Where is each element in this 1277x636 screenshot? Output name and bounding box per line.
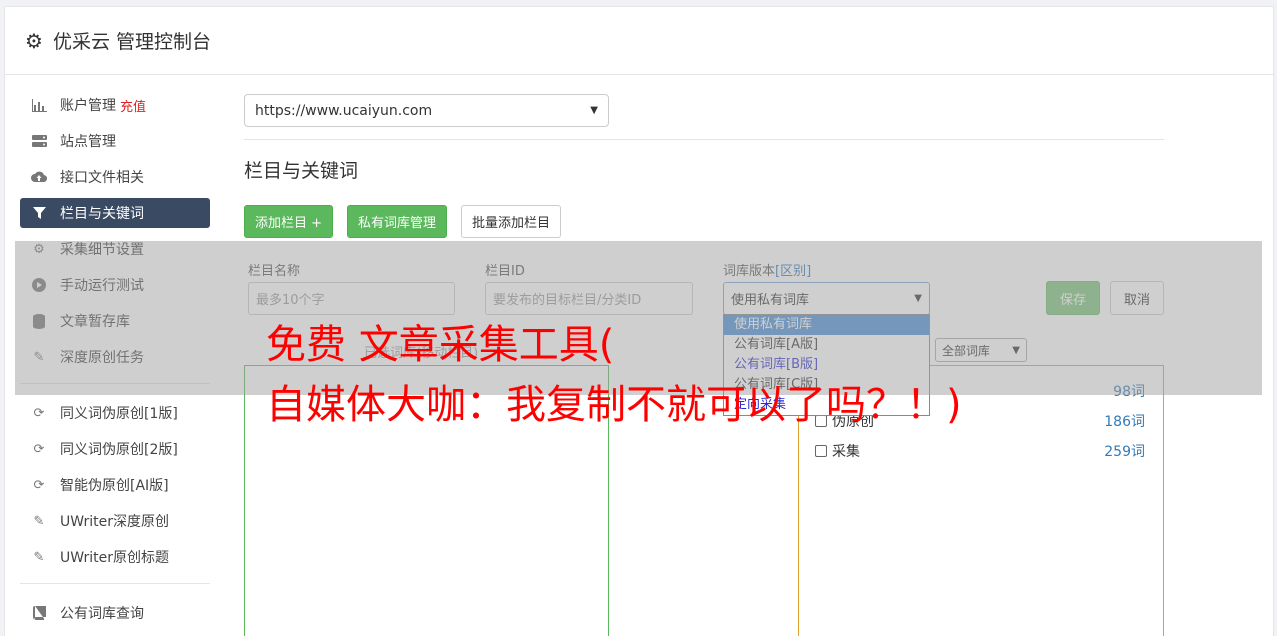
sidebar-item-ai-original[interactable]: ⟳ 智能伪原创[AI版] [20, 470, 210, 500]
filter-icon [31, 205, 47, 221]
sidebar-item-label: 同义词伪原创[2版] [60, 442, 178, 458]
recharge-link[interactable]: 充值 [120, 96, 146, 115]
sidebar-item-public-lib[interactable]: 公有词库查询 [20, 598, 210, 628]
main-content: https://www.ucaiyun.com ▼ 栏目与关键词 添加栏目 + … [244, 94, 1164, 636]
sidebar-item-uwriter-title[interactable]: ✎ UWriter原创标题 [20, 542, 210, 572]
refresh-icon: ⟳ [33, 441, 45, 457]
banner-text-line2: 自媒体大咖：我复制不就可以了吗？！) [266, 382, 962, 428]
sidebar-item-interface[interactable]: 接口文件相关 [20, 162, 210, 192]
sidebar-item-label: 公有词库查询 [60, 606, 144, 622]
sidebar-item-label: 接口文件相关 [60, 170, 144, 186]
keyword-name: 采集 [832, 444, 860, 460]
checkbox[interactable] [815, 445, 827, 457]
keyword-count: 259词 [1104, 444, 1145, 460]
banner-text-line1: 免费 文章采集工具( [266, 322, 615, 368]
edit-icon: ✎ [33, 513, 45, 529]
list-item[interactable]: 采集 259词 [815, 436, 1145, 466]
section-title: 栏目与关键词 [244, 160, 359, 182]
sidebar-item-label: 栏目与关键词 [60, 206, 144, 222]
add-column-button[interactable]: 添加栏目 + [244, 205, 334, 238]
batch-add-button[interactable]: 批量添加栏目 [461, 205, 562, 238]
sidebar-item-sites[interactable]: 站点管理 [20, 126, 210, 156]
site-select[interactable]: https://www.ucaiyun.com ▼ [244, 94, 609, 127]
banner-overlay [15, 241, 1262, 395]
action-buttons: 添加栏目 + 私有词库管理 批量添加栏目 [244, 205, 1164, 238]
server-icon [31, 133, 47, 149]
private-lib-button[interactable]: 私有词库管理 [347, 205, 448, 238]
sidebar-item-label: UWriter深度原创 [60, 514, 169, 530]
header: ⚙ 优采云 管理控制台 [5, 7, 1273, 75]
sidebar-item-columns[interactable]: 栏目与关键词 [20, 198, 210, 228]
keyword-count: 186词 [1104, 414, 1145, 430]
sidebar-item-label: 账户管理 [60, 98, 116, 114]
bar-chart-icon [31, 97, 47, 113]
book-icon [31, 605, 47, 621]
sidebar-item-label: 智能伪原创[AI版] [60, 478, 169, 494]
divider [244, 139, 1164, 140]
refresh-icon: ⟳ [33, 405, 45, 421]
sidebar-item-uwriter-deep[interactable]: ✎ UWriter深度原创 [20, 506, 210, 536]
refresh-icon: ⟳ [33, 477, 45, 493]
sidebar-item-synonym-v1[interactable]: ⟳ 同义词伪原创[1版] [20, 398, 210, 428]
sidebar-item-synonym-v2[interactable]: ⟳ 同义词伪原创[2版] [20, 434, 210, 464]
sidebar-item-account[interactable]: 账户管理 充值 [20, 90, 210, 120]
sidebar-divider [20, 583, 210, 584]
edit-icon: ✎ [33, 549, 45, 565]
sidebar-item-label: 站点管理 [60, 134, 116, 150]
cloud-upload-icon [31, 169, 47, 185]
site-select-value: https://www.ucaiyun.com [255, 102, 433, 119]
sidebar-item-label: UWriter原创标题 [60, 550, 169, 566]
sidebar-item-label: 同义词伪原创[1版] [60, 406, 178, 422]
page-title: 优采云 管理控制台 [52, 31, 211, 53]
chevron-down-icon: ▼ [590, 105, 598, 116]
gear-icon: ⚙ [25, 28, 43, 53]
